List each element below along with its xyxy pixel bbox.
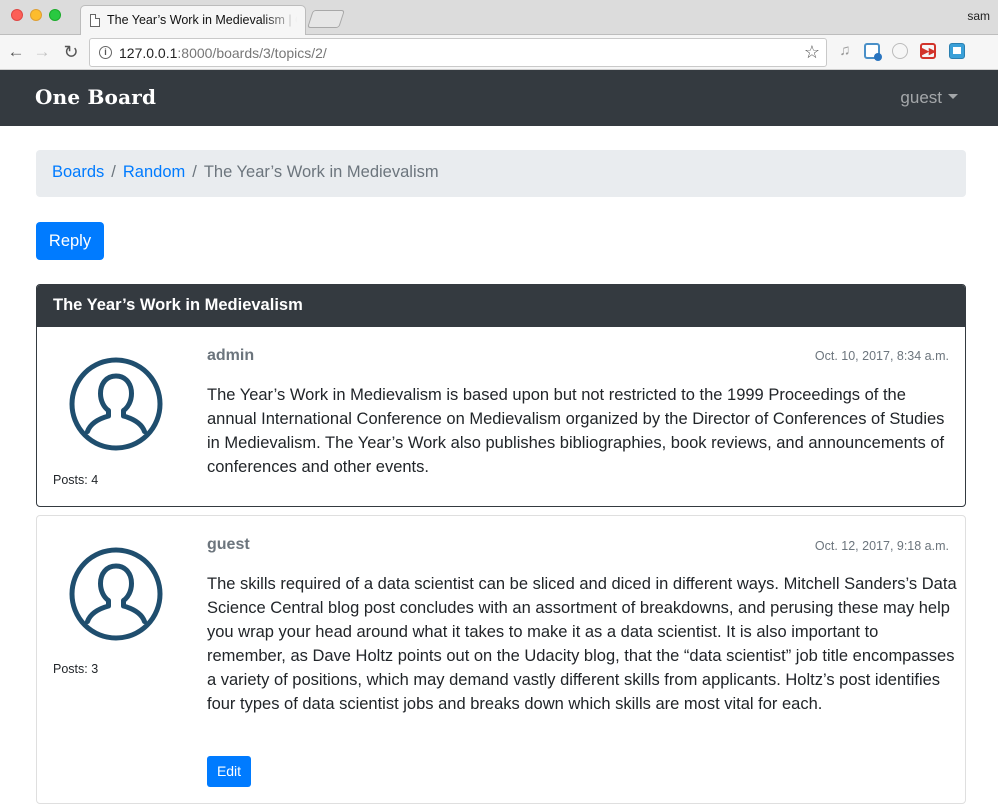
new-tab-button[interactable]: [307, 10, 345, 28]
reply-button[interactable]: Reply: [36, 222, 104, 260]
address-bar[interactable]: i 127.0.0.1:8000/boards/3/topics/2/ ☆: [89, 38, 827, 67]
extension-blue-icon[interactable]: [949, 43, 965, 59]
tab-title: The Year’s Work in Medievalism | One Boa…: [107, 13, 297, 27]
posts-count: Posts: 4: [53, 473, 99, 487]
breadcrumb-active: The Year’s Work in Medievalism: [203, 163, 439, 181]
extension-red-icon[interactable]: ▶▶: [920, 43, 936, 59]
close-window-button[interactable]: [11, 9, 23, 21]
page-icon: [90, 14, 100, 27]
extension-circle-icon[interactable]: [892, 43, 908, 59]
post-card: The Year’s Work in Medievalism Posts: 4 …: [36, 284, 966, 507]
bookmark-star-icon[interactable]: ☆: [804, 42, 820, 63]
avatar-icon: [69, 357, 163, 451]
extension-music-icon[interactable]: ♫: [837, 43, 853, 59]
brand-logo[interactable]: One Board: [35, 85, 156, 109]
back-arrow-icon[interactable]: ←: [6, 42, 26, 62]
app-navbar: One Board guest: [0, 70, 998, 126]
browser-titlebar: The Year’s Work in Medievalism | One Boa…: [0, 0, 998, 36]
post-author: guest: [207, 536, 250, 553]
caret-down-icon: [948, 94, 958, 99]
user-name: guest: [900, 88, 942, 107]
breadcrumb-link-random[interactable]: Random: [123, 163, 185, 181]
extension-screenshot-icon[interactable]: [864, 43, 882, 61]
forward-arrow-icon[interactable]: →: [32, 42, 52, 62]
topic-title: The Year’s Work in Medievalism: [37, 285, 965, 327]
post-date: Oct. 12, 2017, 9:18 a.m.: [814, 539, 949, 553]
reload-icon[interactable]: ↻: [61, 42, 81, 62]
minimize-window-button[interactable]: [30, 9, 42, 21]
posts-count: Posts: 3: [53, 662, 99, 676]
zoom-window-button[interactable]: [49, 9, 61, 21]
breadcrumb-link-boards[interactable]: Boards: [52, 163, 104, 181]
post-date: Oct. 10, 2017, 8:34 a.m.: [814, 349, 949, 363]
post-message: The Year’s Work in Medievalism is based …: [207, 386, 945, 476]
browser-tab-active[interactable]: The Year’s Work in Medievalism | One Boa…: [80, 5, 306, 36]
post-message: The skills required of a data scientist …: [207, 575, 957, 713]
post-author: admin: [207, 347, 255, 364]
browser-toolbar: ← → ↻ i 127.0.0.1:8000/boards/3/topics/2…: [0, 35, 998, 70]
post-card: Posts: 3 guest Oct. 12, 2017, 9:18 a.m. …: [36, 515, 966, 804]
breadcrumb: Boards / Random / The Year’s Work in Medieva…: [36, 150, 966, 197]
avatar-icon: [69, 547, 163, 641]
breadcrumb-separator: /: [192, 163, 197, 181]
url-host: 127.0.0.1: [119, 45, 178, 61]
profile-name[interactable]: sam: [967, 9, 990, 23]
url-path: :8000/boards/3/topics/2/: [177, 45, 327, 61]
breadcrumb-separator: /: [111, 163, 116, 181]
edit-button[interactable]: Edit: [207, 756, 251, 787]
user-menu-dropdown[interactable]: guest: [900, 88, 958, 108]
info-icon[interactable]: i: [99, 46, 112, 59]
url-text[interactable]: 127.0.0.1:8000/boards/3/topics/2/: [119, 45, 327, 61]
